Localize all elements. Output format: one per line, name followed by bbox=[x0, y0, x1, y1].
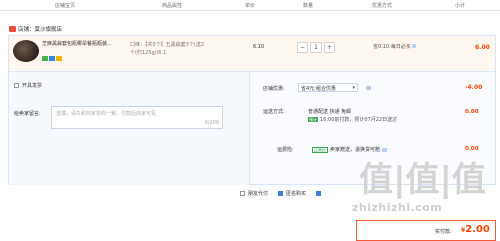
increase-button[interactable]: + bbox=[324, 42, 335, 53]
col-attributes: 商品属性 bbox=[162, 3, 183, 9]
insurance-tag: 运费险 bbox=[312, 146, 328, 153]
product-thumbnail[interactable] bbox=[13, 40, 39, 62]
column-header: 店铺宝贝 商品属性 单价 数量 优惠方式 小计 bbox=[0, 0, 500, 11]
shipping-label: 运送方式: bbox=[263, 109, 285, 115]
discount-select[interactable]: 省4元:组合优惠 ▾ bbox=[298, 83, 358, 92]
col-quantity: 数量 bbox=[303, 3, 314, 9]
message-placeholder: 选填，请先和商家协商一致，付款后商家可见 bbox=[56, 111, 157, 117]
shipping-method: 普通配送 快递 免邮 bbox=[308, 109, 352, 115]
col-unit-price: 单价 bbox=[245, 3, 256, 9]
info-icon[interactable] bbox=[412, 44, 417, 48]
product-tags bbox=[42, 56, 62, 61]
friend-pay-checkbox[interactable] bbox=[240, 190, 245, 196]
decrease-button[interactable]: − bbox=[297, 42, 308, 53]
friend-pay-label: 朋友代付 bbox=[248, 190, 269, 197]
product-spec: 口味：【共5个】五黑蒜套3个(送2 个(约125g/)6.1 bbox=[130, 41, 240, 57]
col-subtotal: 小计 bbox=[455, 3, 466, 9]
message-label: 给卖家留言: bbox=[14, 111, 41, 117]
col-shop-item: 店铺宝贝 bbox=[55, 3, 76, 9]
invoice-option[interactable]: 开具发票 bbox=[14, 82, 42, 89]
shop-name[interactable]: 莫沙旗舰店 bbox=[35, 25, 63, 33]
anonymous-buy-checkbox[interactable] bbox=[278, 190, 284, 196]
anonymous-buy-option[interactable]: 匿名购买 bbox=[278, 190, 306, 197]
message-counter: 0/200 bbox=[204, 120, 219, 126]
product-title[interactable]: 芝麻黑蒜套包瓶椰旱餐瓶瓶装... bbox=[42, 41, 118, 48]
spec-line-2: 个(约125g/)6.1 bbox=[130, 50, 167, 56]
estimate-badge: 预计 bbox=[308, 117, 318, 122]
item-row: 芝麻黑蒜套包瓶椰旱餐瓶瓶装... 口味：【共5个】五黑蒜套3个(送2 个(约12… bbox=[9, 36, 495, 72]
discount-selected: 省4元:组合优惠 bbox=[301, 86, 336, 92]
invoice-checkbox[interactable] bbox=[14, 83, 19, 88]
discount-info-icon[interactable] bbox=[366, 86, 371, 90]
watermark-url: zhizhizhi.com bbox=[352, 201, 443, 214]
shop-label: 店铺： bbox=[18, 26, 35, 33]
total-label: 实付款: bbox=[435, 229, 452, 235]
message-input[interactable]: 选填，请先和商家协商一致，付款后商家可见 0/200 bbox=[51, 106, 223, 129]
discount-amount: -4.00 bbox=[465, 84, 483, 91]
shipping-amount: 0.00 bbox=[465, 109, 479, 115]
shop-icon bbox=[9, 25, 16, 32]
friend-pay-option[interactable]: 朋友代付 bbox=[240, 190, 268, 197]
third-option-checkbox[interactable] bbox=[316, 190, 322, 196]
unit-price: 6.10 bbox=[253, 44, 265, 50]
shipping-estimate: 预计 16:00前付款，预计07月22日送达 bbox=[308, 116, 397, 123]
col-promotion: 优惠方式 bbox=[372, 3, 393, 9]
discount-label: 店铺优惠: bbox=[263, 86, 285, 92]
shop-row: 店铺： 莫沙旗舰店 bbox=[9, 24, 62, 33]
anonymous-buy-label: 匿名购买 bbox=[286, 190, 307, 197]
yellow-badge-icon bbox=[56, 56, 62, 61]
insurance-label: 运费险: bbox=[277, 147, 294, 153]
estimate-text: 16:00前付款，预计07月22日送达 bbox=[320, 117, 398, 123]
invoice-label: 开具发票 bbox=[22, 83, 43, 89]
spec-line-1: 口味：【共5个】五黑蒜套3个(送2 bbox=[130, 42, 204, 48]
promotion-label: 省0.10:每日必买 bbox=[373, 44, 411, 50]
order-left-pane: 开具发票 给卖家留言: 选填，请先和商家协商一致，付款后商家可见 0/200 bbox=[9, 73, 250, 185]
green-badge-icon bbox=[42, 56, 48, 61]
chevron-down-icon: ▾ bbox=[352, 85, 355, 91]
item-subtotal: 6.00 bbox=[475, 44, 490, 51]
total-value: 2.00 bbox=[465, 224, 490, 235]
promotion-text: 省0.10:每日必买 bbox=[373, 43, 417, 50]
total-amount: ¥2.00 bbox=[461, 224, 490, 235]
quantity-input[interactable]: 1 bbox=[310, 42, 322, 53]
quantity-stepper: − 1 + bbox=[297, 42, 335, 53]
third-option[interactable] bbox=[316, 190, 322, 196]
total-box: 实付款: ¥2.00 bbox=[356, 220, 496, 241]
blue-badge-icon bbox=[49, 56, 55, 61]
